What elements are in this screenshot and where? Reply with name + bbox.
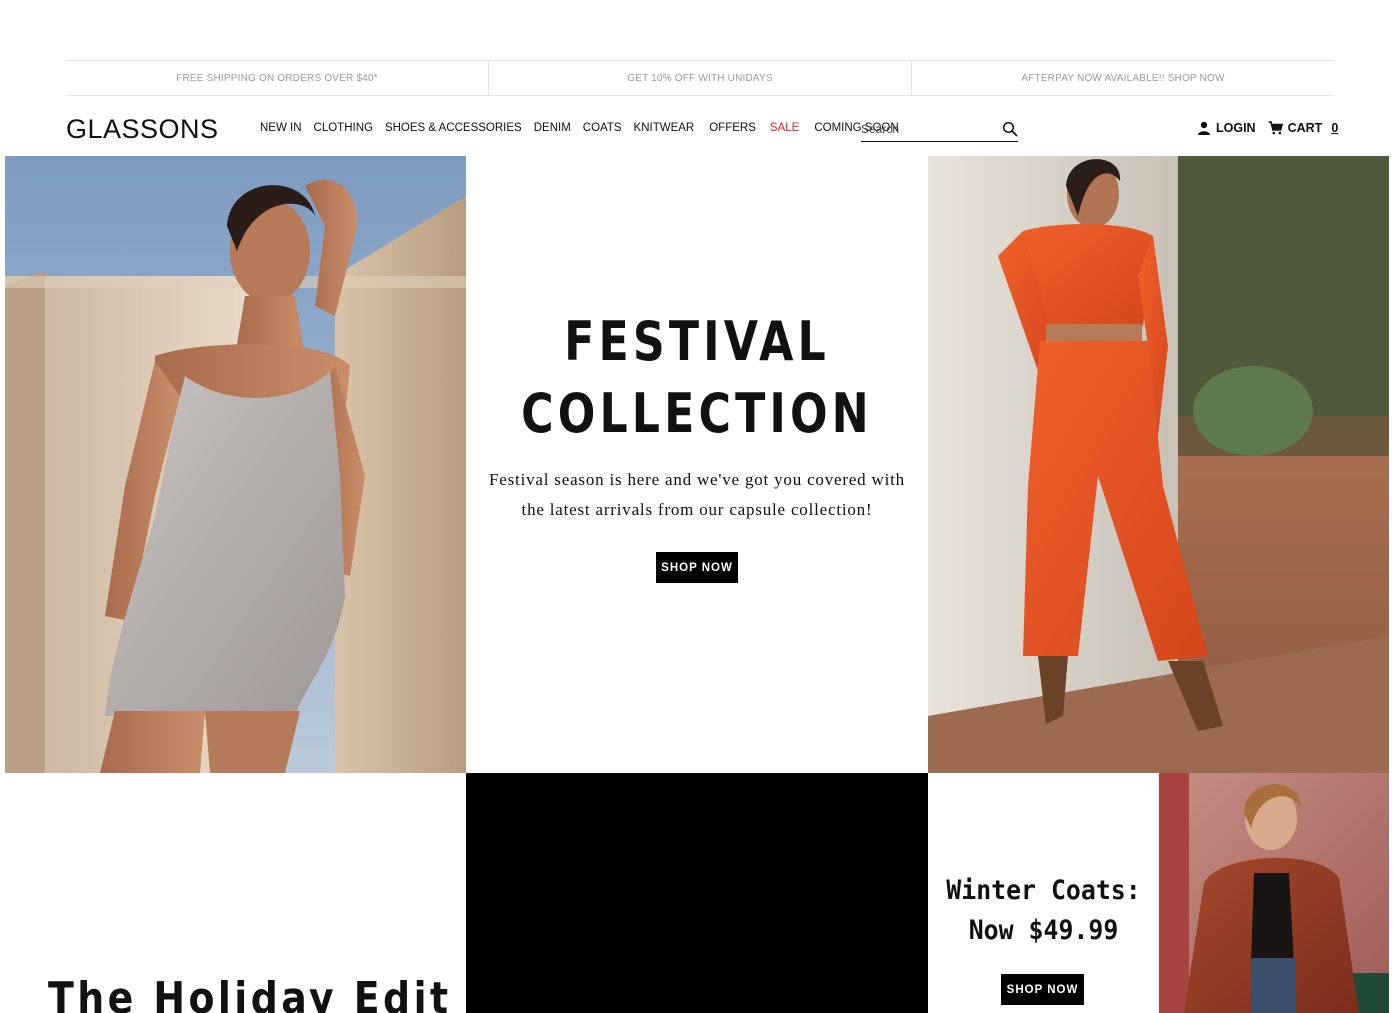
promo-bar: FREE SHIPPING ON ORDERS OVER $40* GET 10…: [66, 60, 1334, 96]
site-logo[interactable]: GLASSONS: [66, 114, 219, 145]
orange-set-photo: [928, 156, 1389, 773]
cart-link[interactable]: CART 0: [1268, 121, 1339, 135]
nav-denim[interactable]: DENIM: [534, 122, 571, 134]
hero-title-line2: COLLECTION: [521, 382, 873, 445]
search-box: [861, 117, 1018, 142]
holiday-title: The Holiday Edit: [48, 973, 452, 1013]
search-icon[interactable]: [1002, 121, 1018, 137]
login-label: LOGIN: [1216, 121, 1256, 135]
promo-unidays[interactable]: GET 10% OFF WITH UNIDAYS: [488, 61, 911, 95]
main-nav: NEW IN CLOTHING SHOES & ACCESSORIES DENI…: [260, 122, 911, 134]
nav-new-in[interactable]: NEW IN: [260, 122, 302, 134]
user-icon: [1198, 121, 1210, 135]
nav-offers[interactable]: OFFERS: [709, 122, 756, 134]
hero-title-line1: FESTIVAL: [564, 310, 830, 373]
nav-coats[interactable]: COATS: [583, 122, 622, 134]
teddy-coat-photo: [1159, 773, 1389, 1013]
silver-dress-photo: [5, 156, 466, 773]
holiday-edit-panel[interactable]: The Holiday Edit: [0, 773, 466, 1013]
coats-title-line1: Winter Coats:: [946, 875, 1141, 906]
coat-photo[interactable]: [1159, 773, 1389, 1013]
hero-description: Festival season is here and we've got yo…: [489, 470, 905, 519]
promo-free-shipping[interactable]: FREE SHIPPING ON ORDERS OVER $40*: [66, 61, 488, 95]
hero-shop-now-button[interactable]: SHOP NOW: [656, 552, 738, 583]
hero-photo-orange-set[interactable]: [928, 156, 1389, 773]
hero-text-panel: FESTIVAL COLLECTION Festival season is h…: [466, 156, 928, 773]
nav-knitwear[interactable]: KNITWEAR: [634, 122, 695, 134]
login-link[interactable]: LOGIN: [1197, 121, 1256, 135]
hero-photo-silver-dress[interactable]: [5, 156, 466, 773]
search-input[interactable]: [861, 122, 991, 136]
nav-shoes-accessories[interactable]: SHOES & ACCESSORIES: [385, 122, 522, 134]
cart-icon: [1268, 121, 1283, 135]
nav-sale[interactable]: SALE: [770, 122, 799, 134]
nav-clothing[interactable]: CLOTHING: [314, 122, 373, 134]
coats-shop-now-button[interactable]: SHOP NOW: [1001, 974, 1084, 1005]
video-panel[interactable]: [466, 773, 928, 1013]
account-area: LOGIN CART 0: [1197, 121, 1338, 135]
coats-title-line2: Now $49.99: [968, 915, 1119, 946]
cart-count: 0: [1331, 121, 1339, 135]
winter-coats-panel: Winter Coats: Now $49.99 SHOP NOW: [928, 773, 1159, 1013]
promo-afterpay[interactable]: AFTERPAY NOW AVAILABLE!! SHOP NOW: [911, 61, 1334, 95]
cart-label: CART: [1287, 121, 1323, 135]
